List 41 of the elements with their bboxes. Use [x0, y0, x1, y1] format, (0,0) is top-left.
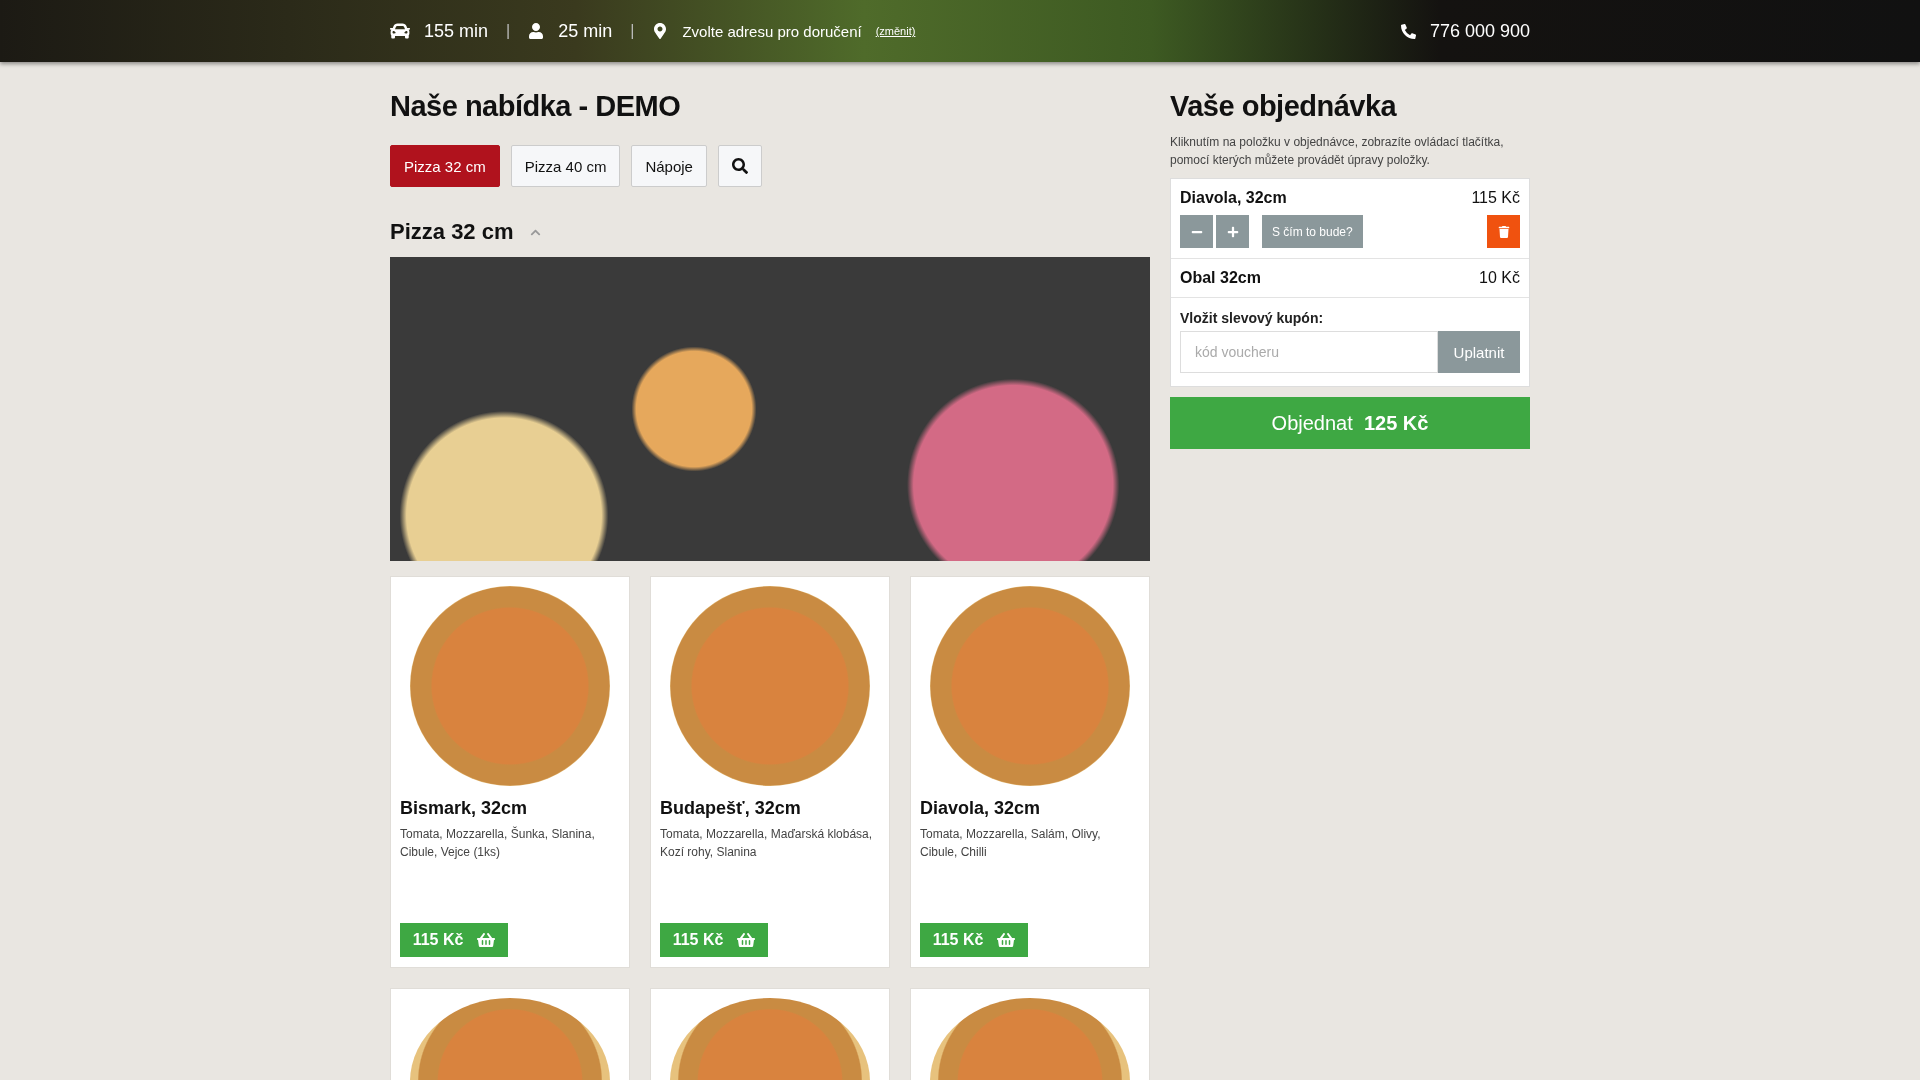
order-title: Vaše objednávka: [1170, 90, 1398, 123]
item-price: 10 Kč: [1479, 269, 1520, 287]
item-price: 115 Kč: [1471, 189, 1520, 207]
basket-icon: [737, 931, 756, 949]
pickup-time: 25 min: [558, 20, 613, 42]
voucher-input[interactable]: kód voucheru: [1180, 331, 1438, 373]
product-name: Budapešť, 32cm: [660, 798, 802, 819]
delete-button[interactable]: [1487, 215, 1520, 248]
item-name: Obal 32cm: [1180, 269, 1261, 287]
search-icon: [731, 158, 748, 174]
phone-number: 776 000 900: [1429, 20, 1530, 42]
order-item[interactable]: Obal 32cm 10 Kč: [1171, 259, 1529, 298]
map-pin-icon: [652, 23, 669, 39]
product-name: Diavola, 32cm: [920, 798, 1042, 819]
increase-button[interactable]: [1216, 215, 1249, 248]
product-ingredients: Tomata, Mozzarella, Šunka, Slanina, Cibule, Vejce (1ks): [400, 825, 596, 861]
product-name: Bismark, 32cm: [400, 798, 529, 819]
plus-icon: [1226, 225, 1239, 238]
delivery-time: 155 min: [424, 20, 489, 42]
item-name: Diavola, 32cm: [1180, 189, 1287, 207]
delivery-address: Zvolte adresu pro doručení: [682, 22, 862, 40]
change-link[interactable]: (změnit): [875, 25, 916, 37]
menu-title: Naše nabídka - DEMO: [390, 90, 682, 123]
product-ingredients: Tomata, Mozzarella, Salám, Olivy, Cibule, Chilli: [920, 826, 1102, 861]
category-tab[interactable]: Pizza 40 cm: [510, 145, 621, 187]
basket-icon: [997, 931, 1016, 949]
order-hint: Kliknutím na položku v objednávce, zobrazíte ovládací tlačítka, pomocí kterých můžete provádět úpravy položky.: [1170, 134, 1505, 169]
order-item[interactable]: Diavola, 32cm 115 Kč S čím to bude?: [1171, 179, 1529, 259]
phone-icon: [1400, 23, 1416, 39]
section-title: Pizza 32 cm: [390, 219, 514, 245]
trash-icon: [1497, 225, 1510, 238]
separator: |: [506, 22, 511, 40]
coupon-label: Vložit slevový kupón:: [1180, 310, 1325, 326]
separator: |: [630, 22, 635, 40]
car-icon: [390, 21, 410, 41]
basket-icon: [477, 931, 496, 949]
person-icon: [528, 23, 545, 39]
category-tab[interactable]: Nápoje: [631, 145, 707, 187]
category-tab[interactable]: Pizza 32 cm: [390, 145, 500, 187]
product-ingredients: Tomata, Mozzarella, Maďarská klobása, Kozí rohy, Slanina: [660, 826, 874, 861]
search-button[interactable]: [717, 145, 762, 187]
